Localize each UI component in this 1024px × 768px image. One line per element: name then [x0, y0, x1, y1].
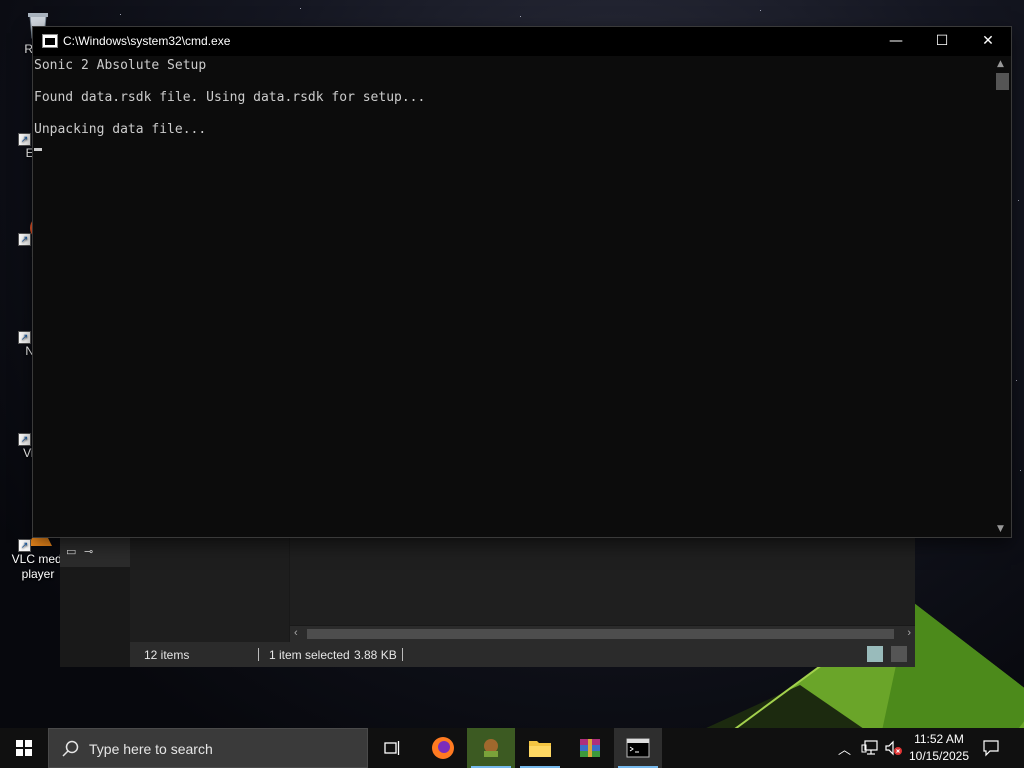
command-prompt-icon — [626, 738, 650, 758]
close-button[interactable]: ✕ — [965, 27, 1011, 56]
console-line: Sonic 2 Absolute Setup — [34, 58, 207, 73]
shortcut-arrow-icon: ↗ — [18, 539, 31, 552]
key-icon: ⊸ — [84, 546, 94, 558]
scroll-left-icon[interactable]: ‹ — [294, 627, 298, 639]
winrar-icon — [580, 739, 600, 757]
maximize-button[interactable]: ☐ — [919, 27, 965, 56]
scrollbar-thumb[interactable] — [307, 629, 894, 639]
console-line: Unpacking data file... — [34, 122, 207, 137]
cmd-window[interactable]: C:\Windows\system32\cmd.exe — ☐ ✕ Sonic … — [33, 27, 1011, 537]
taskbar-command-prompt[interactable] — [614, 728, 662, 768]
status-size: 3.88 KB — [354, 648, 397, 662]
minimize-button[interactable]: — — [873, 27, 919, 56]
start-button[interactable] — [0, 728, 48, 768]
status-item-count: 12 items — [144, 648, 190, 662]
explorer-file-list[interactable] — [290, 537, 915, 625]
taskbar: Type here to search ︿ 11:52 AM 10/15/202… — [0, 728, 1024, 768]
chevron-up-icon: ︿ — [838, 742, 852, 757]
clock-date: 10/15/2025 — [908, 749, 970, 763]
shortcut-arrow-icon: ↗ — [18, 233, 31, 246]
explorer-status-bar: 12 items 1 item selected 3.88 KB — [130, 642, 915, 667]
network-icon — [861, 740, 878, 755]
folder-icon — [529, 741, 551, 757]
explorer-horizontal-scrollbar[interactable]: ‹ › — [290, 626, 915, 642]
status-divider — [258, 648, 259, 661]
windows-logo-icon — [16, 740, 32, 756]
file-explorer-window: ▭ ⊸ ‹ › 12 items 1 item selected 3.88 KB — [60, 537, 915, 667]
notification-icon — [983, 740, 999, 757]
details-view-button[interactable] — [867, 646, 883, 662]
drive-icon: ▭ — [66, 546, 77, 558]
task-view-icon — [384, 741, 400, 755]
search-placeholder: Type here to search — [89, 741, 213, 757]
console-line: Found data.rsdk file. Using data.rsdk fo… — [34, 90, 426, 105]
taskbar-search-box[interactable]: Type here to search — [48, 728, 368, 768]
taskbar-file-explorer[interactable] — [516, 728, 564, 768]
game-app-icon — [484, 739, 498, 757]
shortcut-arrow-icon: ↗ — [18, 433, 31, 446]
shortcut-arrow-icon: ↗ — [18, 133, 31, 146]
firefox-icon — [432, 737, 454, 759]
search-icon — [62, 740, 79, 757]
explorer-navigation-pane[interactable] — [130, 537, 289, 642]
shortcut-arrow-icon: ↗ — [18, 331, 31, 344]
status-selected: 1 item selected — [269, 648, 350, 662]
taskbar-green-app[interactable] — [467, 728, 515, 768]
scroll-up-icon[interactable]: ▲ — [997, 59, 1004, 69]
large-icons-view-button[interactable] — [891, 646, 907, 662]
scrollbar-thumb[interactable] — [996, 73, 1009, 90]
task-view-button[interactable] — [368, 728, 416, 768]
status-divider — [402, 648, 403, 661]
console-output[interactable]: Sonic 2 Absolute Setup Found data.rsdk f… — [33, 56, 994, 537]
taskbar-winrar[interactable] — [566, 728, 614, 768]
taskbar-clock[interactable]: 11:52 AM 10/15/2025 — [900, 731, 978, 765]
explorer-address-area: ▭ ⊸ — [60, 537, 130, 567]
cmd-icon — [42, 34, 58, 48]
cmd-title-bar[interactable]: C:\Windows\system32\cmd.exe — ☐ ✕ — [33, 27, 1011, 56]
scroll-right-icon[interactable]: › — [907, 627, 911, 639]
window-title: C:\Windows\system32\cmd.exe — [63, 34, 231, 48]
text-cursor — [34, 148, 42, 151]
scroll-down-icon[interactable]: ▼ — [997, 524, 1004, 534]
clock-time: 11:52 AM — [914, 732, 964, 746]
cmd-vertical-scrollbar[interactable]: ▲ ▼ — [994, 56, 1011, 537]
taskbar-firefox[interactable] — [419, 728, 467, 768]
